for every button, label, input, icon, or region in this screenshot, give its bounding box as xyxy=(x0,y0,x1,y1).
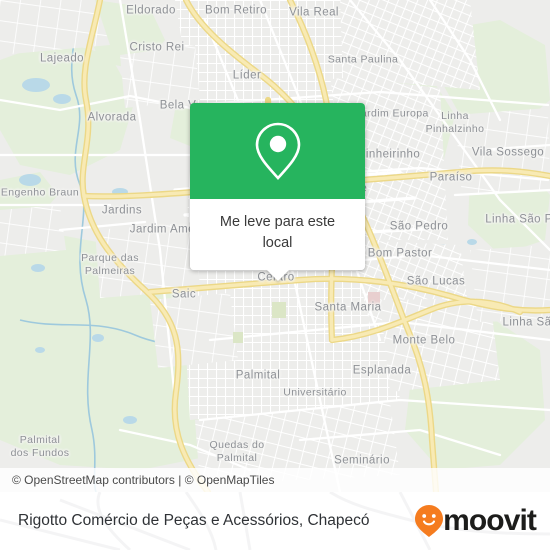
page-title: Rigotto Comércio de Peças e Acessórios, … xyxy=(18,512,370,529)
popup-label: Me leve para este local xyxy=(219,214,336,251)
popup-icon-area xyxy=(190,103,365,199)
destination-popup-card[interactable]: Me leve para este local xyxy=(190,103,365,281)
map-canvas[interactable]: Eldorado Bom Retiro Vila Real Cristo Rei Laj… xyxy=(0,0,550,492)
map-pin-icon xyxy=(255,122,300,180)
map-attribution-text[interactable]: © OpenStreetMap contributors | © OpenMap… xyxy=(12,473,274,487)
moovit-map-screen: Eldorado Bom Retiro Vila Real Cristo Rei Laj… xyxy=(0,0,550,550)
moovit-wordmark: moovit xyxy=(443,504,537,537)
popup-pointer-tail xyxy=(265,269,290,281)
moovit-smiley-pin-icon xyxy=(415,505,444,537)
popup-text-area: Me leve para este local xyxy=(190,199,365,270)
footer-bar: Rigotto Comércio de Peças e Acessórios, … xyxy=(0,492,550,550)
moovit-logo[interactable]: moovit xyxy=(414,504,537,538)
footer-content: Rigotto Comércio de Peças e Acessórios, … xyxy=(0,492,550,550)
map-attribution-bar: © OpenStreetMap contributors | © OpenMap… xyxy=(0,468,550,492)
